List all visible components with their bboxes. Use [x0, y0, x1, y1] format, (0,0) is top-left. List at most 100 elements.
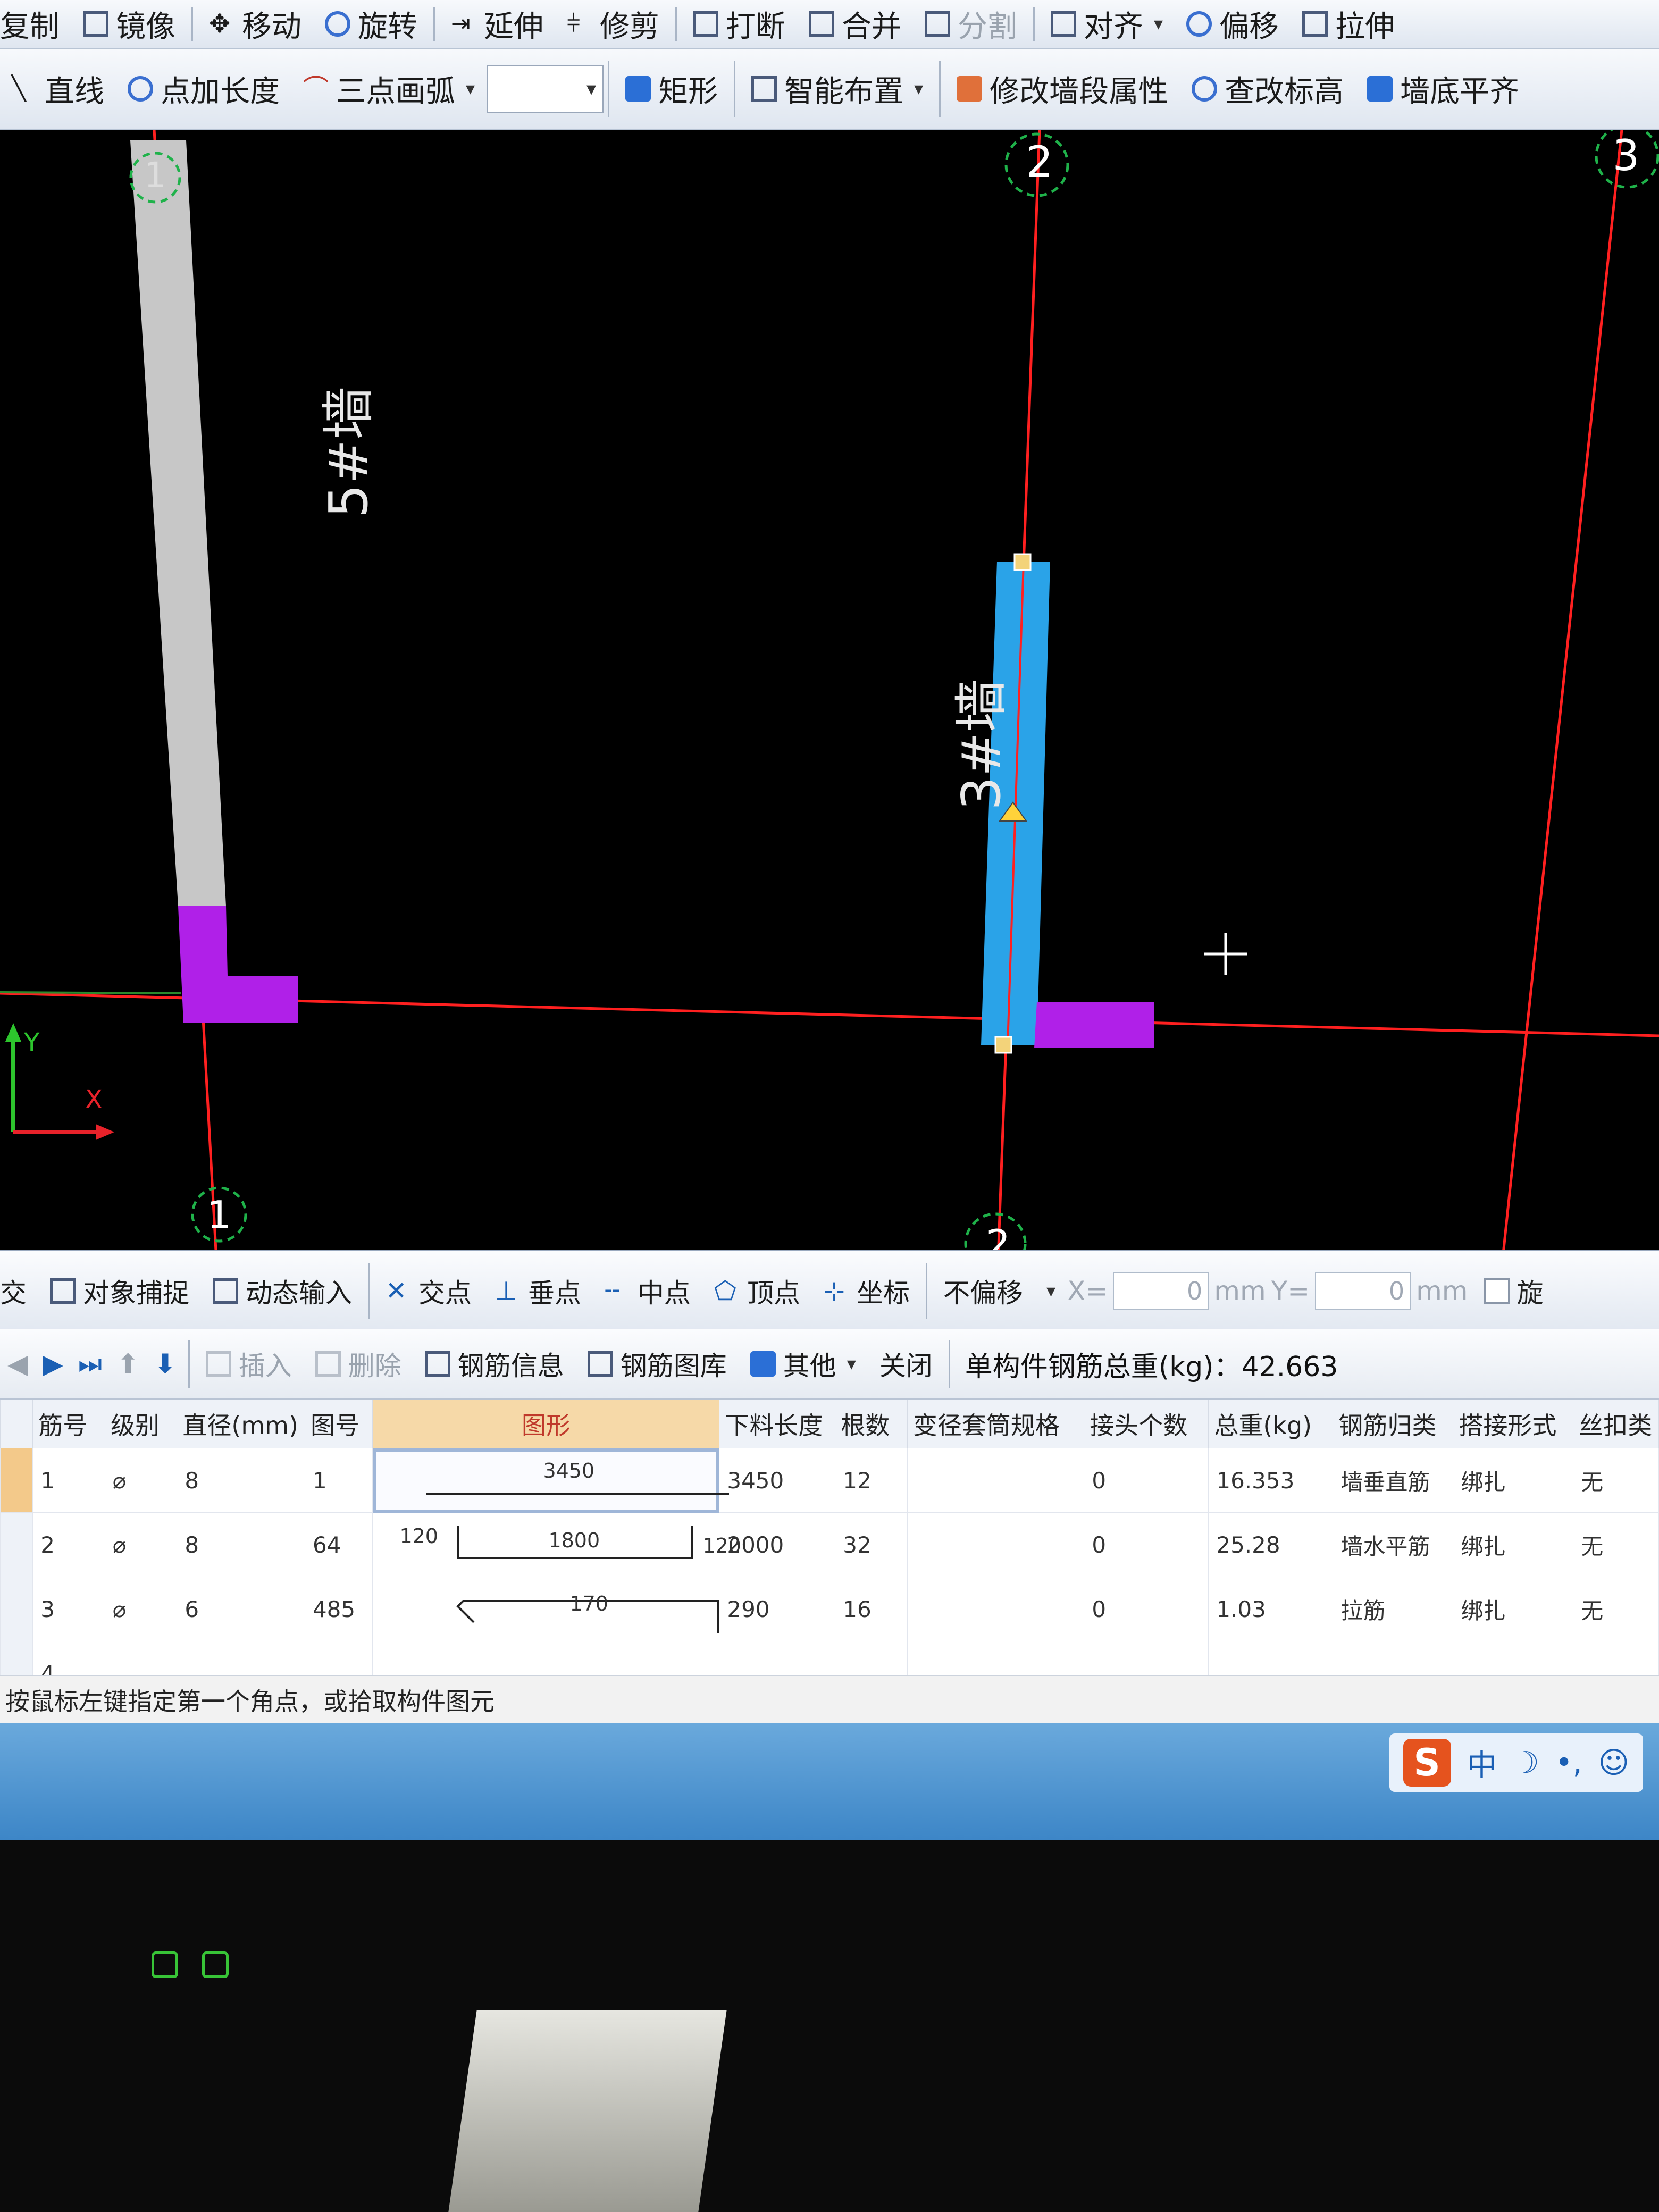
cell-diameter[interactable]: 8: [177, 1448, 305, 1513]
nav-last-button[interactable]: ⏭: [71, 1329, 110, 1398]
cell-splice[interactable]: 绑扎: [1453, 1448, 1574, 1513]
snap-vertex[interactable]: ⬠ 顶点: [702, 1251, 812, 1331]
check-elevation-button[interactable]: 查改标高: [1180, 49, 1355, 129]
other-menu-button[interactable]: 其他 ▾: [739, 1329, 868, 1398]
nav-next-button[interactable]: ▶: [35, 1329, 70, 1398]
three-point-arc-button[interactable]: ⌒ 三点画弧 ▾: [291, 49, 487, 129]
ime-mode-toggle[interactable]: 中: [1467, 1741, 1497, 1784]
cell-count[interactable]: 16: [835, 1577, 908, 1641]
merge-button[interactable]: 合并: [797, 0, 913, 48]
moon-icon[interactable]: ☽: [1513, 1746, 1539, 1780]
rotate-button[interactable]: 旋转: [313, 0, 429, 48]
cell-figure[interactable]: 1: [304, 1448, 373, 1513]
wall-3-grip-top[interactable]: [1013, 553, 1032, 571]
offset-mode-value: 不偏移: [943, 1278, 1023, 1309]
rotate-label: 旋转: [358, 9, 417, 44]
delete-button[interactable]: 删除: [304, 1329, 413, 1398]
align-button[interactable]: 对齐 ▾: [1039, 0, 1175, 48]
cell-grade[interactable]: ⌀: [104, 1512, 178, 1577]
close-button[interactable]: 关闭: [868, 1329, 944, 1398]
table-row[interactable]: 2 ⌀ 8 64 120 1800 120 2000 32 0 25.28 墙水…: [0, 1512, 1659, 1577]
cell-joints[interactable]: 0: [1084, 1577, 1209, 1641]
chevron-down-icon: ▾: [914, 78, 924, 99]
ime-toolbar[interactable]: S 中 ☽ •, ☺: [1389, 1733, 1643, 1792]
smiley-icon[interactable]: ☺: [1598, 1746, 1629, 1780]
cell-no[interactable]: 3: [32, 1577, 105, 1641]
mirror-button[interactable]: 镜像: [71, 0, 187, 48]
nav-prev-button[interactable]: ◀: [0, 1329, 35, 1398]
cell-shape[interactable]: 170: [372, 1577, 720, 1641]
rebar-library-button[interactable]: 钢筋图库: [576, 1329, 739, 1398]
smart-layout-button[interactable]: 智能布置 ▾: [740, 49, 935, 129]
cell-no[interactable]: 1: [32, 1448, 105, 1513]
cell-diameter[interactable]: 8: [177, 1512, 305, 1577]
trim-button[interactable]: ⫩ 修剪: [555, 0, 671, 48]
rotate-checkbox[interactable]: [1484, 1278, 1510, 1304]
cell-weight[interactable]: 25.28: [1208, 1512, 1334, 1577]
cell-coupler[interactable]: [907, 1448, 1085, 1513]
cell-shape[interactable]: 3450: [372, 1448, 730, 1513]
break-button[interactable]: 打断: [681, 0, 797, 48]
cell-joints[interactable]: 0: [1084, 1448, 1209, 1513]
snap-intersection[interactable]: ✕ 交点: [374, 1251, 483, 1331]
offset-mode-dropdown[interactable]: 不偏移 ▾: [932, 1251, 1067, 1331]
wall-3-end[interactable]: [1034, 1002, 1154, 1048]
table-row[interactable]: 3 ⌀ 6 485 170 290 16 0 1.03 拉筋 绑扎 无: [0, 1577, 1659, 1641]
cell-weight[interactable]: 16.353: [1208, 1448, 1334, 1513]
row-selector[interactable]: [0, 1448, 33, 1513]
cell-category[interactable]: 拉筋: [1333, 1577, 1454, 1641]
draw-mode-dropdown[interactable]: ▾: [487, 65, 604, 113]
offset-button[interactable]: 偏移: [1175, 0, 1291, 48]
cell-count[interactable]: 12: [835, 1448, 908, 1513]
rectangle-button[interactable]: 矩形: [614, 49, 730, 129]
rebar-info-button[interactable]: 钢筋信息: [413, 1329, 576, 1398]
cell-splice[interactable]: 绑扎: [1453, 1577, 1574, 1641]
cell-coupler[interactable]: [907, 1512, 1085, 1577]
row-selector[interactable]: [0, 1577, 33, 1641]
cell-shape[interactable]: 120 1800 120: [372, 1512, 741, 1577]
punctuation-icon[interactable]: •,: [1555, 1746, 1582, 1780]
object-snap-toggle[interactable]: 对象捕捉: [38, 1251, 201, 1331]
stretch-button[interactable]: 拉伸: [1291, 0, 1406, 48]
x-input[interactable]: 0: [1113, 1272, 1209, 1310]
snap-perpendicular[interactable]: ⊥ 垂点: [483, 1251, 593, 1331]
wall-3-grip-bottom[interactable]: [994, 1036, 1012, 1054]
modify-wall-segment-button[interactable]: 修改墙段属性: [945, 49, 1180, 129]
dynamic-input-toggle[interactable]: 动态输入: [201, 1251, 364, 1331]
table-row[interactable]: 1 ⌀ 8 1 3450 3450 12 0 16.353 墙垂直筋 绑扎 无: [0, 1448, 1659, 1513]
move-down-button[interactable]: ⬇: [147, 1329, 184, 1398]
wall-bottom-button[interactable]: 墙底平齐: [1355, 49, 1531, 129]
cell-thread[interactable]: 无: [1573, 1577, 1659, 1641]
cell-splice[interactable]: 绑扎: [1453, 1512, 1574, 1577]
cell-weight[interactable]: 1.03: [1208, 1577, 1334, 1641]
snap-coordinate[interactable]: ⊹ 坐标: [812, 1251, 921, 1331]
move-up-button[interactable]: ⬆: [110, 1329, 147, 1398]
split-button[interactable]: 分割: [913, 0, 1029, 48]
row-selector[interactable]: [0, 1512, 33, 1577]
drawing-canvas[interactable]: 1 2 3 1 2 5#墙 3#墙 Y X: [0, 130, 1659, 1289]
y-input[interactable]: 0: [1315, 1272, 1411, 1310]
wall-5-end[interactable]: [178, 906, 298, 1023]
line-button[interactable]: ╲ 直线: [0, 49, 116, 129]
cell-thread[interactable]: 无: [1573, 1512, 1659, 1577]
cell-figure[interactable]: 485: [304, 1577, 373, 1641]
cell-grade[interactable]: ⌀: [104, 1448, 178, 1513]
insert-button[interactable]: 插入: [194, 1329, 304, 1398]
move-button[interactable]: ✥ 移动: [197, 0, 313, 48]
cell-category[interactable]: 墙垂直筋: [1333, 1448, 1454, 1513]
cell-category[interactable]: 墙水平筋: [1333, 1512, 1454, 1577]
cell-figure[interactable]: 64: [304, 1512, 373, 1577]
cell-grade[interactable]: ⌀: [104, 1577, 178, 1641]
copy-button[interactable]: 复制: [0, 0, 71, 48]
extend-button[interactable]: ⇥ 延伸: [439, 0, 555, 48]
rebar-info-icon: [424, 1351, 450, 1377]
snap-midpoint[interactable]: ╌ 中点: [593, 1251, 702, 1331]
cell-joints[interactable]: 0: [1084, 1512, 1209, 1577]
cell-thread[interactable]: 无: [1573, 1448, 1659, 1513]
cell-count[interactable]: 32: [835, 1512, 908, 1577]
point-length-button[interactable]: 点加长度: [116, 49, 291, 129]
cell-coupler[interactable]: [907, 1577, 1085, 1641]
cell-diameter[interactable]: 6: [177, 1577, 305, 1641]
wall-5[interactable]: [130, 140, 226, 906]
cell-no[interactable]: 2: [32, 1512, 105, 1577]
